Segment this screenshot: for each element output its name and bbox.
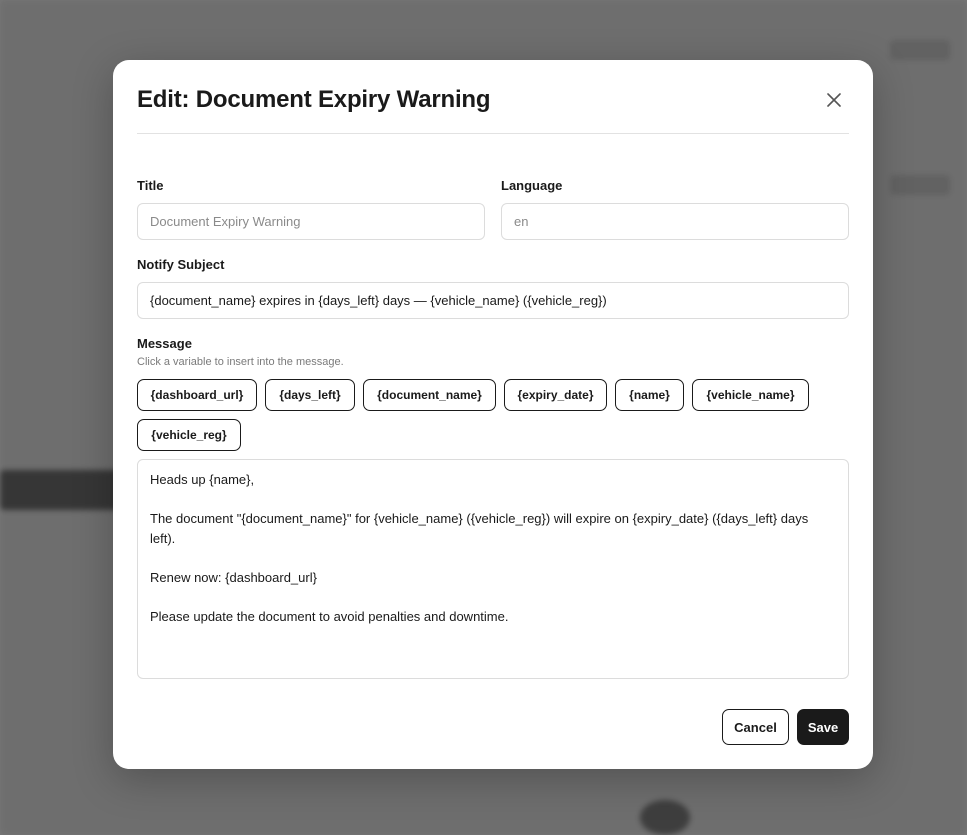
variable-chip-vehicle-reg[interactable]: {vehicle_reg} — [137, 419, 241, 451]
edit-template-dialog: Edit: Document Expiry Warning · · · · · … — [113, 60, 873, 769]
cancel-button[interactable]: Cancel — [722, 709, 789, 745]
variable-chip-dashboard-url[interactable]: {dashboard_url} — [137, 379, 257, 411]
message-line: Heads up {name}, — [150, 472, 255, 487]
title-input[interactable]: Document Expiry Warning — [137, 203, 485, 240]
variable-chip-document-name[interactable]: {document_name} — [363, 379, 496, 411]
message-line: Renew now: {dashboard_url} — [150, 569, 317, 585]
close-icon — [827, 93, 841, 107]
variable-chip-vehicle-name[interactable]: {vehicle_name} — [692, 379, 809, 411]
title-label: Title — [137, 178, 164, 193]
scrolled-content-edge: · · · · · · · · · · — [137, 144, 437, 150]
message-line: The document "{document_name}" for {vehi… — [150, 511, 809, 546]
message-label: Message — [137, 336, 192, 351]
variable-chip-days-left[interactable]: {days_left} — [265, 379, 355, 411]
save-button[interactable]: Save — [797, 709, 849, 745]
variable-chip-name[interactable]: {name} — [615, 379, 684, 411]
close-button[interactable] — [823, 89, 845, 111]
language-label: Language — [501, 178, 563, 193]
notify-subject-input[interactable]: {document_name} expires in {days_left} d… — [137, 282, 849, 319]
message-hint: Click a variable to insert into the mess… — [137, 356, 344, 368]
dialog-title: Edit: Document Expiry Warning — [137, 86, 491, 113]
message-textarea[interactable]: Heads up {name}, The document "{document… — [137, 459, 849, 679]
message-line: Please update the document to avoid pena… — [150, 608, 509, 624]
notify-subject-label: Notify Subject — [137, 257, 225, 272]
variable-chip-expiry-date[interactable]: {expiry_date} — [504, 379, 607, 411]
header-divider — [137, 133, 849, 134]
language-input[interactable]: en — [501, 203, 849, 240]
